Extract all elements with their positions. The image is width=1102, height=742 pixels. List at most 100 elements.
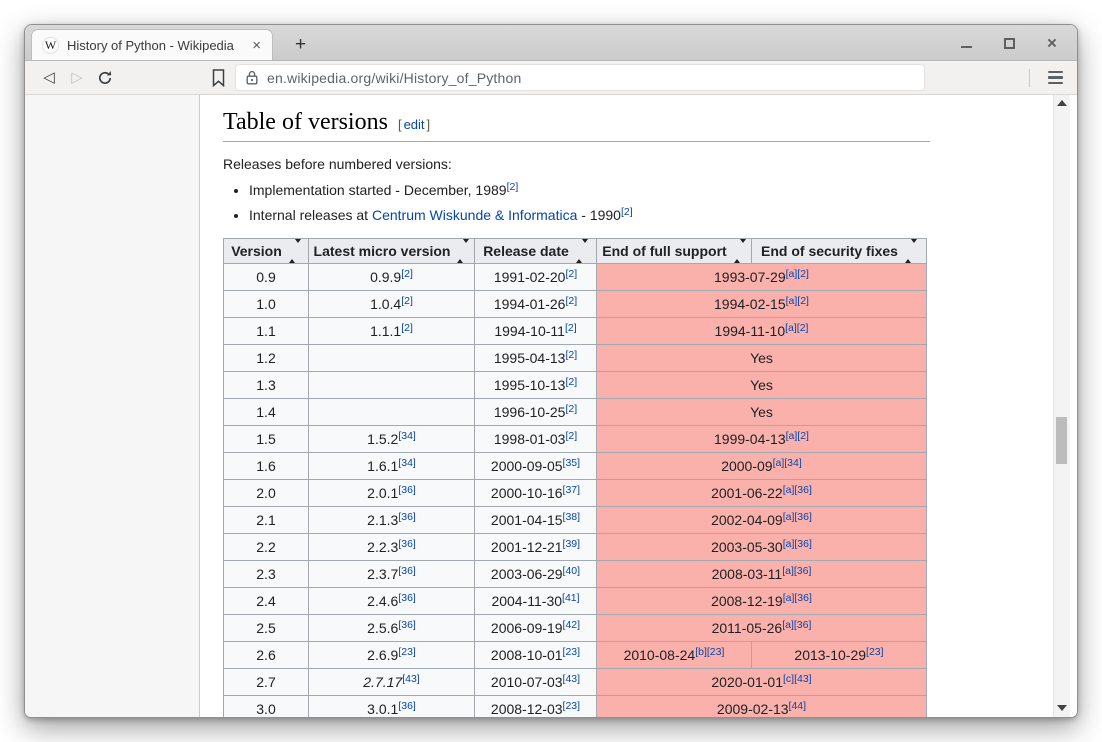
micro-version-cell: 1.0.4[2] — [309, 291, 475, 318]
reference-link[interactable]: [23] — [398, 646, 416, 658]
table-row: 2.42.4.6[36]2004-11-30[41]2008-12-19[a][… — [224, 588, 927, 615]
forward-button[interactable]: ▷ — [63, 65, 91, 91]
reference-link[interactable]: [2] — [565, 403, 577, 415]
reference-link[interactable]: [2] — [565, 376, 577, 388]
column-header-latest-micro-version[interactable]: Latest micro version — [309, 239, 475, 264]
reference-link[interactable]: [39] — [563, 538, 581, 550]
close-button[interactable]: × — [1041, 32, 1063, 54]
reference-link[interactable]: [34] — [398, 457, 416, 469]
micro-version-cell: 1.5.2[34] — [309, 426, 475, 453]
browser-tab[interactable]: W History of Python - Wikipedia × — [31, 29, 273, 60]
reference-link[interactable]: [2] — [401, 268, 413, 280]
reference-link[interactable]: [a][2] — [785, 322, 808, 334]
release-date-cell: 1996-10-25[2] — [475, 399, 597, 426]
reference-link[interactable]: [a][36] — [782, 565, 811, 577]
reference-link[interactable]: [23] — [866, 646, 884, 658]
edit-link[interactable]: edit — [402, 117, 427, 132]
table-row: 2.22.2.3[36]2001-12-21[39]2003-05-30[a][… — [224, 534, 927, 561]
article-column: Table of versions [edit] Releases before… — [200, 95, 1053, 717]
micro-version-cell: 2.6.9[23] — [309, 642, 475, 669]
maximize-button[interactable] — [998, 32, 1020, 54]
column-header-end-of-security-fixes[interactable]: End of security fixes — [752, 239, 927, 264]
reference-link[interactable]: [43] — [563, 673, 581, 685]
reference-link[interactable]: [2] — [621, 206, 633, 218]
wiki-link[interactable]: Centrum Wiskunde & Informatica — [372, 207, 577, 223]
reference-link[interactable]: [34] — [398, 430, 416, 442]
release-date-cell: 1994-10-11[2] — [475, 318, 597, 345]
menu-button[interactable] — [1044, 67, 1067, 89]
reference-link[interactable]: [36] — [398, 619, 416, 631]
table-row: 0.90.9.9[2]1991-02-20[2]1993-07-29[a][2] — [224, 264, 927, 291]
reference-link[interactable]: [a][2] — [786, 295, 809, 307]
bookmark-button[interactable] — [205, 65, 231, 91]
reference-link[interactable]: [a][36] — [783, 511, 812, 523]
reference-link[interactable]: [38] — [563, 511, 581, 523]
column-header-end-of-full-support[interactable]: End of full support — [597, 239, 752, 264]
reference-link[interactable]: [23] — [563, 700, 581, 712]
micro-version-cell: 3.0.1[36] — [309, 696, 475, 718]
reference-link[interactable]: [36] — [398, 700, 416, 712]
reference-link[interactable]: [36] — [398, 538, 416, 550]
release-notes-list: Implementation started - December, 1989[… — [249, 182, 930, 223]
tab-close-icon[interactable]: × — [249, 38, 264, 53]
release-date-cell: 2008-12-03[23] — [475, 696, 597, 718]
reference-link[interactable]: [35] — [563, 457, 581, 469]
reference-link[interactable]: [c][43] — [783, 673, 812, 685]
versions-table: Version Latest micro version Release dat… — [223, 238, 927, 717]
reference-link[interactable]: [a][2] — [786, 430, 809, 442]
reference-link[interactable]: [2] — [401, 322, 413, 334]
micro-version-cell — [309, 399, 475, 426]
release-date-cell: 1991-02-20[2] — [475, 264, 597, 291]
column-header-version[interactable]: Version — [224, 239, 309, 264]
minimize-icon — [961, 46, 972, 48]
reference-link[interactable]: [37] — [563, 484, 581, 496]
reload-button[interactable] — [91, 65, 119, 91]
column-header-release-date[interactable]: Release date — [475, 239, 597, 264]
support-cell: 2008-03-11[a][36] — [597, 561, 927, 588]
table-row: 2.72.7.17[43]2010-07-03[43]2020-01-01[c]… — [224, 669, 927, 696]
reference-link[interactable]: [2] — [565, 430, 577, 442]
reference-link[interactable]: [2] — [565, 295, 577, 307]
back-button[interactable]: ◁ — [35, 65, 63, 91]
table-row: 1.21995-04-13[2]Yes — [224, 345, 927, 372]
reference-link[interactable]: [41] — [562, 592, 580, 604]
reference-link[interactable]: [a][2] — [786, 268, 809, 280]
version-cell: 1.1 — [224, 318, 309, 345]
reference-link[interactable]: [44] — [789, 700, 807, 712]
reference-link[interactable]: [42] — [563, 619, 581, 631]
micro-version-cell: 2.1.3[36] — [309, 507, 475, 534]
version-cell: 1.0 — [224, 291, 309, 318]
reference-link[interactable]: [2] — [565, 268, 577, 280]
support-cell: Yes — [597, 345, 927, 372]
reference-link[interactable]: [b][23] — [695, 646, 724, 658]
reference-link[interactable]: [43] — [402, 673, 420, 685]
reference-link[interactable]: [23] — [563, 646, 581, 658]
reference-link[interactable]: [a][36] — [782, 619, 811, 631]
reference-link[interactable]: [2] — [401, 295, 413, 307]
reference-link[interactable]: [36] — [398, 511, 416, 523]
reference-link[interactable]: [2] — [565, 322, 577, 334]
reference-link[interactable]: [2] — [565, 349, 577, 361]
reference-link[interactable]: [a][36] — [783, 538, 812, 550]
new-tab-button[interactable]: + — [289, 35, 312, 56]
page-scrollbar[interactable] — [1053, 95, 1070, 717]
reference-link[interactable]: [36] — [398, 565, 416, 577]
reference-link[interactable]: [36] — [398, 484, 416, 496]
reference-link[interactable]: [36] — [398, 592, 416, 604]
scrollbar-thumb[interactable] — [1056, 417, 1067, 464]
support-cell: 2000-09[a][34] — [597, 453, 927, 480]
version-cell: 3.0 — [224, 696, 309, 718]
reference-link[interactable]: [40] — [563, 565, 581, 577]
reference-link[interactable]: [a][34] — [773, 457, 802, 469]
scroll-down-arrow-icon[interactable] — [1057, 705, 1067, 711]
version-cell: 2.5 — [224, 615, 309, 642]
support-cell: 2010-08-24[b][23] — [597, 642, 752, 669]
reference-link[interactable]: [2] — [507, 181, 519, 193]
url-bar[interactable]: en.wikipedia.org/wiki/History_of_Python — [235, 64, 925, 91]
reference-link[interactable]: [a][36] — [783, 592, 812, 604]
reference-link[interactable]: [a][36] — [783, 484, 812, 496]
release-date-cell: 2003-06-29[40] — [475, 561, 597, 588]
minimize-button[interactable] — [955, 32, 977, 54]
sort-icon — [457, 243, 469, 259]
scroll-up-arrow-icon[interactable] — [1057, 100, 1067, 106]
